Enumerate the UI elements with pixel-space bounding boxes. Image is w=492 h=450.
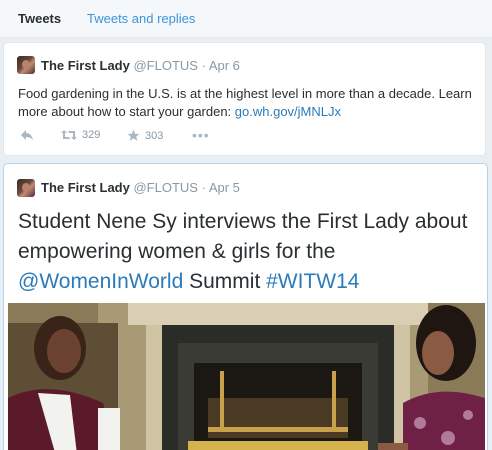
tweet-date[interactable]: Apr 6	[209, 58, 240, 73]
avatar[interactable]	[17, 179, 35, 197]
more-icon[interactable]: •••	[192, 127, 210, 143]
profile-tabs: Tweets Tweets and replies	[0, 0, 492, 38]
author-name[interactable]: The First Lady	[41, 180, 130, 195]
author-handle[interactable]: @FLOTUS	[133, 180, 197, 195]
favorite-button[interactable]: 303	[127, 129, 163, 142]
separator: ·	[201, 58, 206, 73]
photo-image	[8, 303, 485, 450]
tweet-date[interactable]: Apr 5	[209, 180, 240, 195]
tab-tweets[interactable]: Tweets	[18, 11, 61, 26]
tweet-link[interactable]: go.wh.gov/jMNLJx	[235, 104, 341, 119]
tweet-header: The First Lady @FLOTUS · Apr 5	[41, 180, 240, 195]
tweet-photo[interactable]	[8, 303, 485, 450]
tab-tweets-and-replies[interactable]: Tweets and replies	[87, 11, 195, 26]
reply-button[interactable]	[20, 129, 34, 141]
retweet-count: 329	[82, 129, 101, 141]
retweet-button[interactable]: 329	[61, 129, 100, 141]
tweet-header: The First Lady @FLOTUS · Apr 6	[41, 58, 240, 73]
reply-icon	[21, 130, 33, 140]
separator: ·	[201, 180, 206, 195]
tweet-actions: 329 303 •••	[4, 127, 485, 145]
avatar[interactable]	[17, 56, 35, 74]
tweet-body-2: Summit	[183, 270, 267, 293]
tweet-text: Student Nene Sy interviews the First Lad…	[18, 207, 480, 297]
tweet-text: Food gardening in the U.S. is at the hig…	[18, 85, 480, 121]
star-icon	[127, 129, 140, 141]
tweet-body-1: Student Nene Sy interviews the First Lad…	[18, 210, 468, 263]
tweet-card[interactable]: The First Lady @FLOTUS · Apr 5 Student N…	[3, 163, 488, 450]
author-handle[interactable]: @FLOTUS	[133, 58, 197, 73]
tweet-card[interactable]: The First Lady @FLOTUS · Apr 6 Food gard…	[3, 42, 486, 156]
hashtag-link[interactable]: #WITW14	[266, 270, 359, 293]
author-name[interactable]: The First Lady	[41, 58, 130, 73]
favorite-count: 303	[145, 129, 164, 142]
mention-link[interactable]: @WomenInWorld	[18, 270, 183, 293]
retweet-icon	[61, 130, 77, 140]
